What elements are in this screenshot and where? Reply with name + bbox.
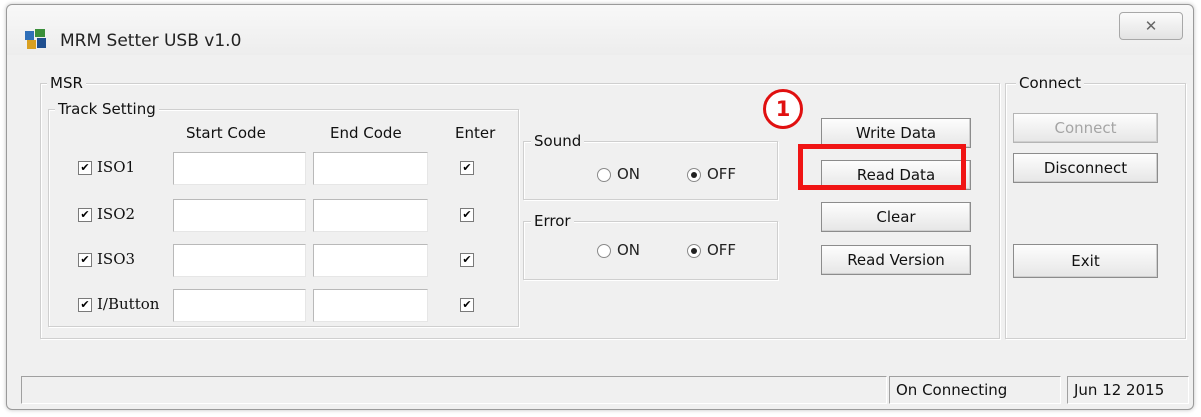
- step-1-marker: 1: [763, 89, 803, 129]
- error-on-radio[interactable]: [597, 244, 611, 258]
- start-code-header: Start Code: [186, 124, 266, 142]
- window-title: MRM Setter USB v1.0: [60, 31, 242, 51]
- error-group: Error ON OFF: [523, 212, 778, 280]
- read-data-highlight: [798, 144, 966, 190]
- sound-on-label: ON: [617, 165, 641, 183]
- enter-header: Enter: [455, 124, 496, 142]
- ibutton-end-code-input[interactable]: [313, 289, 428, 322]
- iso3-end-code-input[interactable]: [313, 244, 428, 277]
- iso3-checkbox[interactable]: ✔: [78, 253, 92, 267]
- end-code-header: End Code: [330, 124, 402, 142]
- iso1-enter-checkbox[interactable]: ✔: [460, 161, 474, 175]
- close-button[interactable]: ✕: [1119, 12, 1183, 40]
- connection-status: On Connecting: [889, 376, 1061, 404]
- sound-off-label: OFF: [707, 165, 737, 183]
- iso2-label: ISO2: [97, 205, 136, 223]
- iso1-start-code-input[interactable]: [173, 152, 306, 185]
- iso3-enter-checkbox[interactable]: ✔: [460, 253, 474, 267]
- connect-group: Connect Connect Disconnect Exit: [1005, 74, 1186, 339]
- close-icon: ✕: [1144, 17, 1158, 35]
- error-group-label: Error: [531, 212, 574, 230]
- track-setting-group: Track Setting Start Code End Code Enter …: [48, 100, 519, 327]
- disconnect-button[interactable]: Disconnect: [1013, 153, 1158, 183]
- status-message-pane: [21, 376, 887, 404]
- error-off-radio[interactable]: [687, 244, 701, 258]
- ibutton-enter-checkbox[interactable]: ✔: [460, 298, 474, 312]
- sound-group: Sound ON OFF: [523, 132, 778, 200]
- error-off-label: OFF: [707, 241, 737, 259]
- sound-on-radio[interactable]: [597, 168, 611, 182]
- app-logo-icon: [25, 29, 46, 49]
- connect-button[interactable]: Connect: [1013, 113, 1158, 143]
- msr-group-label: MSR: [47, 74, 86, 92]
- ibutton-checkbox[interactable]: ✔: [78, 298, 92, 312]
- clear-button[interactable]: Clear: [821, 202, 971, 232]
- iso2-enter-checkbox[interactable]: ✔: [460, 208, 474, 222]
- ibutton-label: I/Button: [97, 295, 160, 313]
- error-on-label: ON: [617, 241, 641, 259]
- iso3-start-code-input[interactable]: [173, 244, 306, 277]
- read-version-button[interactable]: Read Version: [821, 245, 971, 275]
- track-setting-label: Track Setting: [55, 100, 159, 118]
- msr-group: MSR Track Setting Start Code End Code En…: [40, 74, 1000, 339]
- sound-group-label: Sound: [531, 132, 585, 150]
- sound-off-radio[interactable]: [687, 168, 701, 182]
- title-bar[interactable]: MRM Setter USB v1.0 ✕: [7, 5, 1193, 55]
- app-window: MRM Setter USB v1.0 ✕ MSR Track Setting …: [6, 4, 1194, 410]
- iso1-checkbox[interactable]: ✔: [78, 161, 92, 175]
- connect-group-label: Connect: [1016, 74, 1085, 92]
- iso1-label: ISO1: [97, 158, 136, 176]
- iso2-start-code-input[interactable]: [173, 199, 306, 232]
- iso2-end-code-input[interactable]: [313, 199, 428, 232]
- status-bar: On Connecting Jun 12 2015: [21, 376, 1189, 404]
- ibutton-start-code-input[interactable]: [173, 289, 306, 322]
- iso3-label: ISO3: [97, 250, 136, 268]
- iso2-checkbox[interactable]: ✔: [78, 208, 92, 222]
- iso1-end-code-input[interactable]: [313, 152, 428, 185]
- exit-button[interactable]: Exit: [1013, 244, 1158, 278]
- status-date: Jun 12 2015: [1067, 376, 1189, 404]
